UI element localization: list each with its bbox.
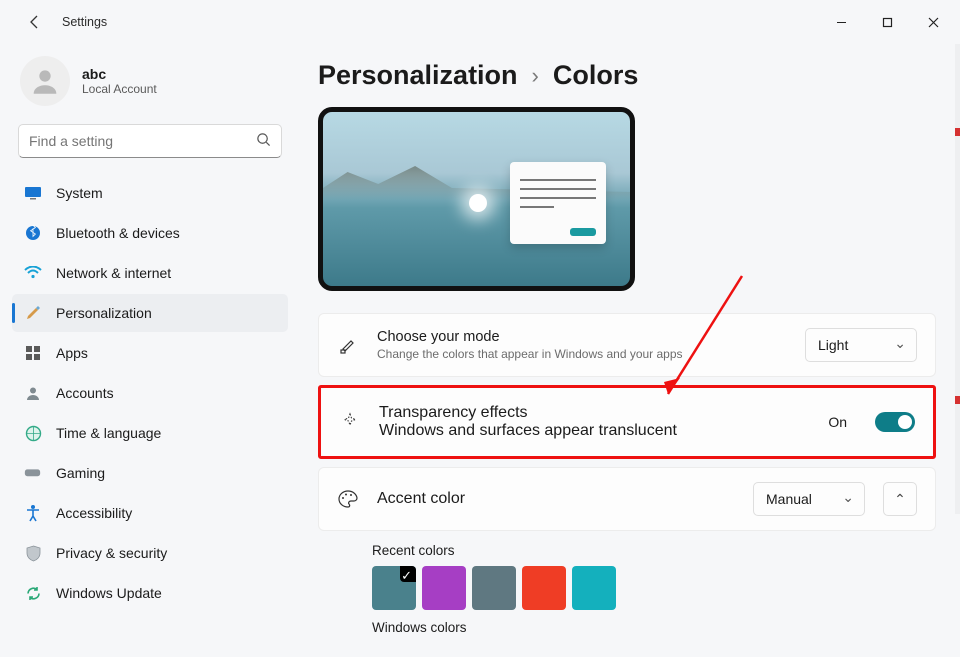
sidebar-item-gaming[interactable]: Gaming bbox=[12, 454, 288, 492]
sidebar: abc Local Account System Bluetooth & dev… bbox=[0, 44, 298, 657]
color-swatch[interactable] bbox=[522, 566, 566, 610]
accounts-icon bbox=[24, 384, 42, 402]
transparency-row[interactable]: Transparency effects Windows and surface… bbox=[321, 388, 933, 456]
recent-colors-swatches bbox=[372, 566, 936, 610]
sidebar-item-label: Gaming bbox=[56, 465, 105, 481]
chevron-right-icon: › bbox=[532, 63, 539, 89]
annotation-highlight: Transparency effects Windows and surface… bbox=[318, 385, 936, 459]
sidebar-item-label: Time & language bbox=[56, 425, 161, 441]
app-title: Settings bbox=[62, 15, 107, 29]
transparency-subtitle: Windows and surfaces appear translucent bbox=[379, 422, 810, 440]
mode-select[interactable]: Light bbox=[805, 328, 917, 362]
accent-color-row[interactable]: Accent color Manual ⌃ bbox=[318, 467, 936, 531]
search-input[interactable] bbox=[29, 133, 256, 149]
color-swatch[interactable] bbox=[472, 566, 516, 610]
breadcrumb-parent[interactable]: Personalization bbox=[318, 60, 518, 91]
search-box[interactable] bbox=[18, 124, 282, 158]
sidebar-item-update[interactable]: Windows Update bbox=[12, 574, 288, 612]
close-button[interactable] bbox=[910, 6, 956, 38]
sidebar-item-label: Apps bbox=[56, 345, 88, 361]
scrollbar[interactable] bbox=[955, 44, 960, 514]
wifi-icon bbox=[24, 264, 42, 282]
sidebar-item-label: Personalization bbox=[56, 305, 152, 321]
breadcrumb-current: Colors bbox=[553, 60, 639, 91]
sidebar-item-network[interactable]: Network & internet bbox=[12, 254, 288, 292]
color-swatch[interactable] bbox=[572, 566, 616, 610]
brush-icon bbox=[337, 334, 359, 356]
preview-window-icon bbox=[510, 162, 606, 244]
user-name: abc bbox=[82, 66, 157, 82]
sidebar-item-label: Accounts bbox=[56, 385, 114, 401]
minimize-icon bbox=[836, 17, 847, 28]
accessibility-icon bbox=[24, 504, 42, 522]
breadcrumb: Personalization › Colors bbox=[318, 60, 936, 91]
recent-colors-heading: Recent colors bbox=[372, 543, 936, 558]
avatar bbox=[20, 56, 70, 106]
sidebar-item-privacy[interactable]: Privacy & security bbox=[12, 534, 288, 572]
shield-icon bbox=[24, 544, 42, 562]
choose-mode-row[interactable]: Choose your mode Change the colors that … bbox=[318, 313, 936, 377]
user-account-block[interactable]: abc Local Account bbox=[12, 52, 288, 120]
sidebar-item-accessibility[interactable]: Accessibility bbox=[12, 494, 288, 532]
maximize-button[interactable] bbox=[864, 6, 910, 38]
bluetooth-icon bbox=[24, 224, 42, 242]
accent-mode-select[interactable]: Manual bbox=[753, 482, 865, 516]
back-arrow-icon bbox=[27, 14, 43, 30]
sidebar-item-system[interactable]: System bbox=[12, 174, 288, 212]
main-content: Personalization › Colors Choose your mod… bbox=[298, 44, 960, 657]
sparkle-icon bbox=[339, 411, 361, 433]
nav-list: System Bluetooth & devices Network & int… bbox=[12, 174, 288, 612]
sidebar-item-label: Accessibility bbox=[56, 505, 132, 521]
color-swatch[interactable] bbox=[422, 566, 466, 610]
sidebar-item-accounts[interactable]: Accounts bbox=[12, 374, 288, 412]
back-button[interactable] bbox=[20, 7, 50, 37]
toggle-state-label: On bbox=[828, 414, 847, 430]
sidebar-item-label: System bbox=[56, 185, 103, 201]
maximize-icon bbox=[882, 17, 893, 28]
palette-icon bbox=[337, 488, 359, 510]
transparency-title: Transparency effects bbox=[379, 404, 810, 422]
close-icon bbox=[928, 17, 939, 28]
transparency-toggle[interactable] bbox=[875, 412, 915, 432]
theme-preview bbox=[318, 107, 635, 291]
color-swatch[interactable] bbox=[372, 566, 416, 610]
windows-colors-heading: Windows colors bbox=[372, 620, 936, 635]
sidebar-item-label: Network & internet bbox=[56, 265, 171, 281]
sidebar-item-bluetooth[interactable]: Bluetooth & devices bbox=[12, 214, 288, 252]
mode-subtitle: Change the colors that appear in Windows… bbox=[377, 347, 787, 361]
chevron-up-icon: ⌃ bbox=[894, 491, 906, 508]
search-icon bbox=[256, 132, 271, 150]
sidebar-item-label: Bluetooth & devices bbox=[56, 225, 180, 241]
collapse-button[interactable]: ⌃ bbox=[883, 482, 917, 516]
sidebar-item-personalization[interactable]: Personalization bbox=[12, 294, 288, 332]
paintbrush-icon bbox=[24, 304, 42, 322]
accent-value: Manual bbox=[766, 491, 812, 507]
accent-title: Accent color bbox=[377, 490, 735, 508]
system-icon bbox=[24, 184, 42, 202]
user-icon bbox=[28, 64, 62, 98]
sidebar-item-time[interactable]: Time & language bbox=[12, 414, 288, 452]
mode-value: Light bbox=[818, 337, 848, 353]
sidebar-item-label: Privacy & security bbox=[56, 545, 167, 561]
update-icon bbox=[24, 584, 42, 602]
gamepad-icon bbox=[24, 464, 42, 482]
globe-clock-icon bbox=[24, 424, 42, 442]
minimize-button[interactable] bbox=[818, 6, 864, 38]
title-bar: Settings bbox=[0, 0, 960, 44]
user-subtitle: Local Account bbox=[82, 82, 157, 96]
sidebar-item-label: Windows Update bbox=[56, 585, 162, 601]
sidebar-item-apps[interactable]: Apps bbox=[12, 334, 288, 372]
apps-icon bbox=[24, 344, 42, 362]
mode-title: Choose your mode bbox=[377, 329, 787, 345]
